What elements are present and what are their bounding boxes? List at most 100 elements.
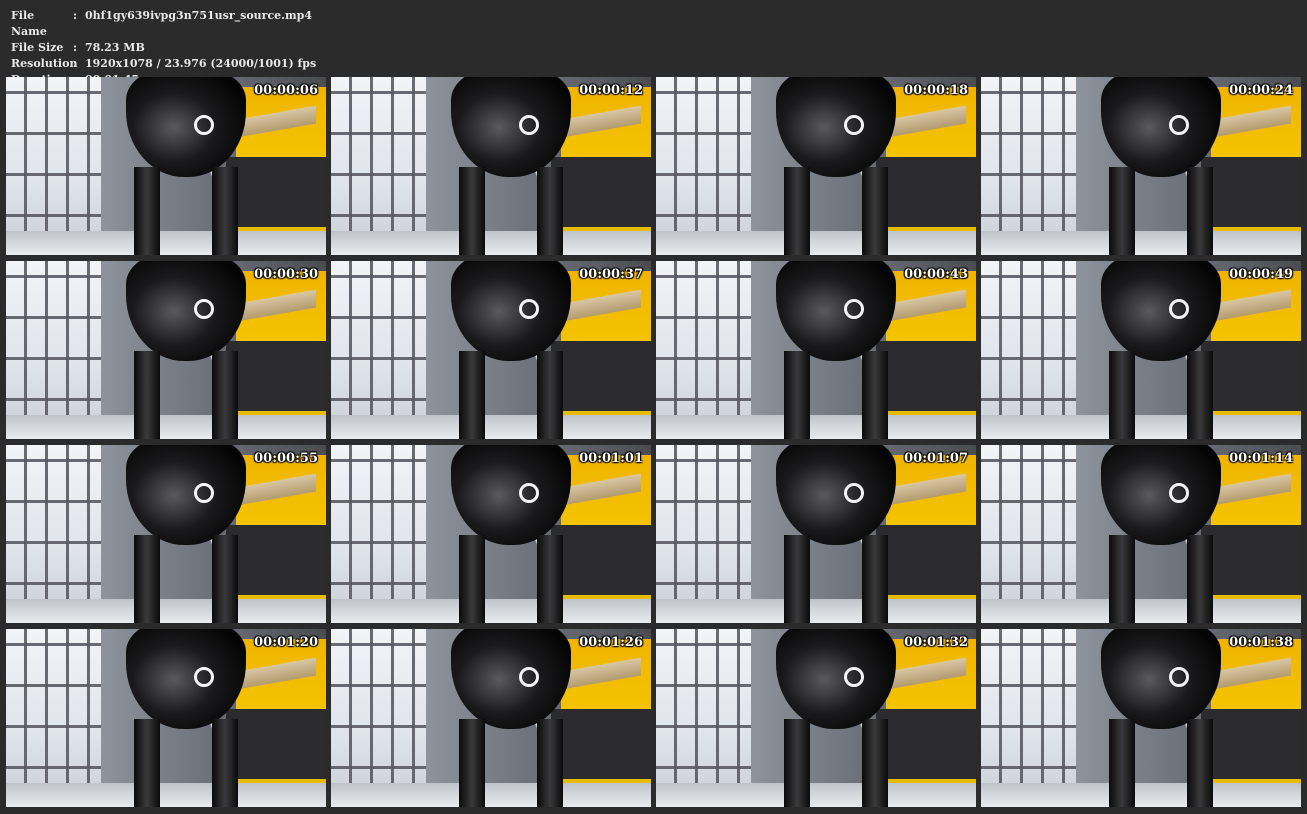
file-info-header: File Name : 0hf1gy639ivpg3n751usr_source… (11, 8, 611, 88)
video-thumbnail[interactable]: 00:01:14 (981, 445, 1301, 623)
figure-leg-right (862, 719, 888, 807)
ring-accessory (194, 115, 214, 135)
ring-accessory (519, 667, 539, 687)
video-thumbnail[interactable]: 00:00:49 (981, 261, 1301, 439)
figure-leg-right (1187, 351, 1213, 439)
ring-accessory (194, 299, 214, 319)
figure-leg-left (1109, 719, 1135, 807)
figure (1091, 629, 1231, 807)
figure-leg-right (212, 535, 238, 623)
figure-leg-left (784, 167, 810, 255)
resolution-row: Resolution : 1920x1078 / 23.976 (24000/1… (11, 56, 611, 72)
figure-body (1101, 445, 1221, 545)
figure-leg-left (784, 535, 810, 623)
ring-accessory (519, 115, 539, 135)
ring-accessory (844, 299, 864, 319)
video-thumbnail[interactable]: 00:00:24 (981, 77, 1301, 255)
thumbnail-timestamp: 00:01:26 (579, 635, 643, 650)
figure (441, 261, 581, 439)
figure-leg-left (134, 351, 160, 439)
file-name-value: 0hf1gy639ivpg3n751usr_source.mp4 (85, 9, 312, 22)
ring-accessory (194, 667, 214, 687)
video-thumbnail[interactable]: 00:00:55 (6, 445, 326, 623)
figure-body (1101, 629, 1221, 729)
figure-body (1101, 77, 1221, 177)
video-thumbnail[interactable]: 00:00:12 (331, 77, 651, 255)
window-backdrop (981, 261, 1076, 439)
video-thumbnail[interactable]: 00:01:26 (331, 629, 651, 807)
thumbnail-grid: 00:00:06 00:00:12 00:00:18 00:00:24 00:00:30… (6, 77, 1304, 807)
figure (766, 445, 906, 623)
video-thumbnail[interactable]: 00:00:37 (331, 261, 651, 439)
ring-accessory (194, 483, 214, 503)
file-name-row: File Name : 0hf1gy639ivpg3n751usr_source… (11, 8, 611, 40)
figure-leg-left (459, 351, 485, 439)
figure-leg-left (134, 719, 160, 807)
window-backdrop (656, 261, 751, 439)
figure-leg-right (537, 351, 563, 439)
figure-leg-left (1109, 535, 1135, 623)
separator: : (73, 41, 78, 54)
figure-leg-left (134, 535, 160, 623)
figure-leg-right (212, 167, 238, 255)
video-thumbnail[interactable]: 00:01:07 (656, 445, 976, 623)
ring-accessory (1169, 115, 1189, 135)
window-backdrop (6, 445, 101, 623)
figure (1091, 445, 1231, 623)
video-thumbnail[interactable]: 00:01:01 (331, 445, 651, 623)
figure-body (126, 261, 246, 361)
video-thumbnail[interactable]: 00:00:43 (656, 261, 976, 439)
ring-accessory (844, 483, 864, 503)
figure-body (451, 629, 571, 729)
figure-leg-right (1187, 719, 1213, 807)
figure (766, 77, 906, 255)
window-backdrop (331, 629, 426, 807)
figure (441, 629, 581, 807)
figure (116, 629, 256, 807)
thumbnail-timestamp: 00:01:07 (904, 451, 968, 466)
window-backdrop (331, 77, 426, 255)
thumbnail-timestamp: 00:00:37 (579, 267, 643, 282)
video-thumbnail[interactable]: 00:01:32 (656, 629, 976, 807)
video-thumbnail[interactable]: 00:00:06 (6, 77, 326, 255)
figure (441, 445, 581, 623)
ring-accessory (844, 115, 864, 135)
window-backdrop (656, 445, 751, 623)
thumbnail-timestamp: 00:00:43 (904, 267, 968, 282)
thumbnail-timestamp: 00:00:12 (579, 83, 643, 98)
video-thumbnail[interactable]: 00:01:20 (6, 629, 326, 807)
window-backdrop (981, 629, 1076, 807)
figure-body (126, 629, 246, 729)
separator: : (73, 9, 78, 22)
figure-body (776, 445, 896, 545)
figure-leg-right (537, 167, 563, 255)
figure-body (126, 445, 246, 545)
figure (766, 261, 906, 439)
thumbnail-timestamp: 00:01:20 (254, 635, 318, 650)
figure-leg-right (862, 535, 888, 623)
separator: : (73, 57, 78, 70)
ring-accessory (1169, 483, 1189, 503)
ring-accessory (519, 483, 539, 503)
window-backdrop (656, 629, 751, 807)
video-thumbnail[interactable]: 00:00:18 (656, 77, 976, 255)
figure-leg-right (537, 535, 563, 623)
window-backdrop (6, 629, 101, 807)
figure-body (776, 629, 896, 729)
figure-body (776, 261, 896, 361)
file-size-label: File Size (11, 41, 64, 54)
thumbnail-timestamp: 00:01:32 (904, 635, 968, 650)
figure (1091, 77, 1231, 255)
figure-body (451, 445, 571, 545)
figure-leg-left (459, 535, 485, 623)
video-thumbnail[interactable]: 00:01:38 (981, 629, 1301, 807)
window-backdrop (656, 77, 751, 255)
figure (116, 261, 256, 439)
window-backdrop (331, 261, 426, 439)
window-backdrop (981, 77, 1076, 255)
figure (116, 77, 256, 255)
video-thumbnail[interactable]: 00:00:30 (6, 261, 326, 439)
figure (441, 77, 581, 255)
file-size-value: 78.23 MB (85, 41, 145, 54)
figure (116, 445, 256, 623)
